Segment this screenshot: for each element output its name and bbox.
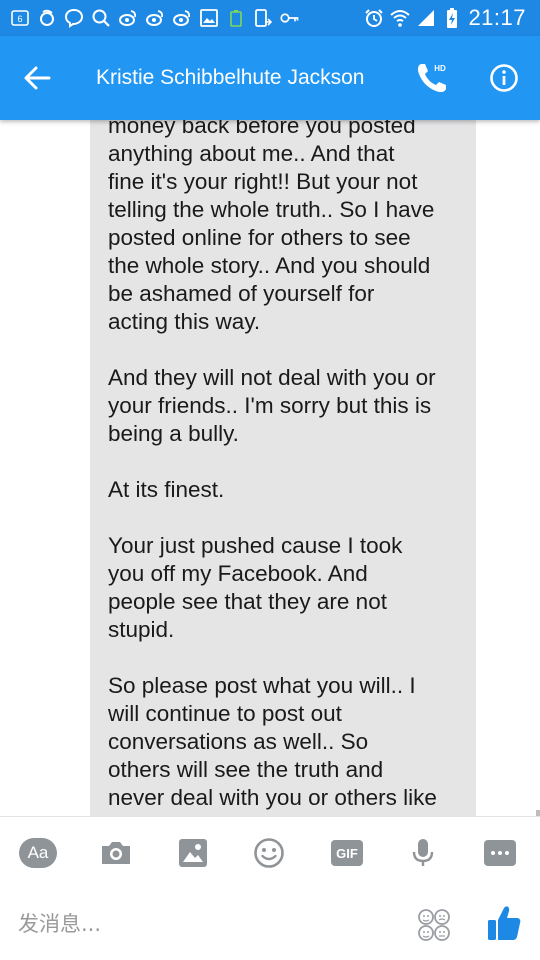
status-time: 21:17 (468, 5, 526, 30)
microphone-icon (412, 839, 434, 866)
message-input-row (0, 888, 540, 960)
image-icon (179, 839, 207, 867)
phone-hd-icon: HD (417, 64, 446, 93)
back-arrow-icon (24, 66, 51, 90)
message-paragraph: And they will not deal with you or your … (108, 365, 436, 446)
like-button[interactable] (486, 904, 522, 942)
weibo-icon (172, 8, 192, 28)
contact-name[interactable]: Kristie Schibbelhute Jackson (96, 66, 364, 90)
gallery-button[interactable] (174, 835, 212, 871)
more-dots-icon (484, 840, 516, 866)
message-thread[interactable]: money back before you posted anything ab… (0, 120, 540, 816)
image-icon (199, 8, 219, 28)
gif-label: GIF (331, 840, 363, 866)
svg-text:6: 6 (17, 14, 22, 24)
battery-charging-icon (442, 8, 462, 28)
gif-button[interactable]: GIF (328, 835, 366, 871)
message-paragraph: At its finest. (108, 477, 225, 502)
message-input[interactable] (18, 906, 378, 942)
text-format-label: Aa (19, 838, 57, 868)
voice-button[interactable] (404, 835, 442, 871)
smiley-icon (254, 838, 284, 868)
camera-icon (102, 842, 130, 864)
camera-button[interactable] (97, 835, 135, 871)
message-paragraph: So please post what you will.. I will co… (108, 673, 437, 810)
alarm-icon (364, 8, 384, 28)
back-button[interactable] (0, 36, 74, 120)
sticker-faces-icon (418, 909, 450, 941)
more-options-button[interactable] (481, 835, 519, 871)
signal-icon (416, 8, 436, 28)
battery-saver-icon (226, 8, 246, 28)
conversation-header: Kristie Schibbelhute Jackson HD (0, 36, 540, 120)
text-format-button[interactable]: Aa (19, 835, 57, 871)
weibo-icon (37, 8, 57, 28)
key-icon (280, 8, 300, 28)
weibo-icon (145, 8, 165, 28)
search-icon (91, 8, 111, 28)
message-bubble[interactable]: money back before you posted anything ab… (90, 120, 476, 816)
status-notification-icons: 6 (0, 8, 300, 28)
phone-transfer-icon (253, 8, 273, 28)
sticker-button[interactable] (416, 908, 452, 942)
hd-call-button[interactable]: HD (410, 56, 454, 100)
messenger-icon (64, 8, 84, 28)
weibo-icon (118, 8, 138, 28)
info-button[interactable] (482, 56, 526, 100)
info-icon (490, 64, 518, 92)
notification-6-icon: 6 (10, 8, 30, 28)
wifi-icon (390, 8, 411, 28)
composer-toolbar: Aa GIF (0, 816, 540, 889)
hd-badge: HD (434, 64, 446, 73)
emoji-button[interactable] (250, 835, 288, 871)
message-paragraph: money back before you posted anything ab… (108, 120, 435, 334)
message-paragraph: Your just pushed cause I took you off my… (108, 533, 403, 642)
status-bar: 6 21:17 (0, 0, 540, 36)
status-system-icons: 21:17 (364, 5, 540, 31)
thumbs-up-icon (488, 906, 521, 940)
